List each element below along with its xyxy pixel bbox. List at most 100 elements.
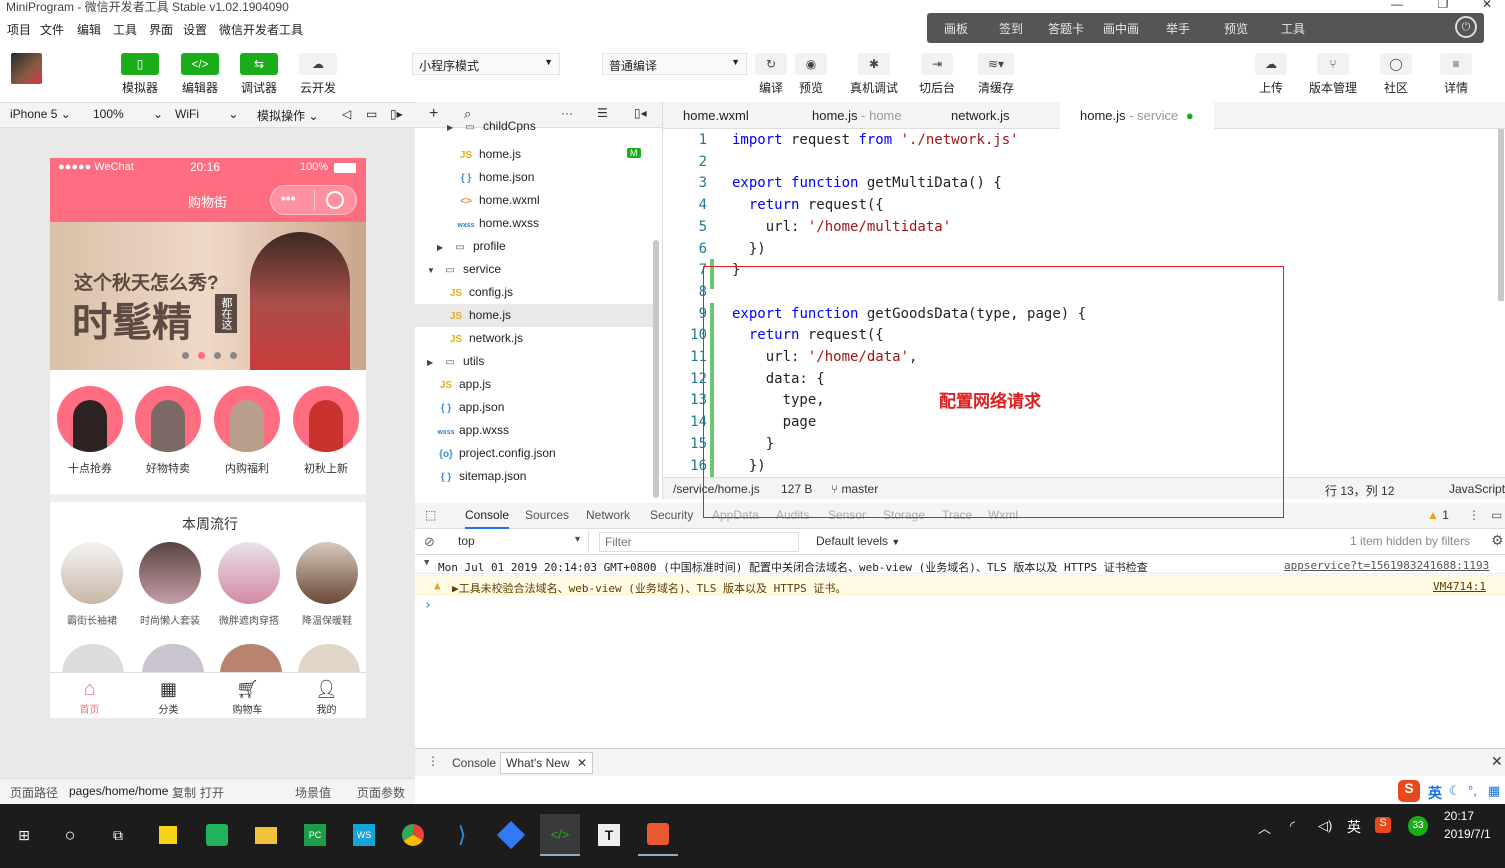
popular-item[interactable]: 微胖遮肉穿搭 [213, 542, 285, 627]
power-icon[interactable]: ⏻ [1455, 16, 1477, 38]
compile-button[interactable]: ↻ 编译 [753, 53, 789, 96]
warning-count[interactable]: ▲ 1 [1427, 508, 1449, 522]
clear-cache-button[interactable]: ≋▾ 清缓存 [973, 53, 1019, 96]
float-item-board[interactable]: 画板 [944, 20, 968, 37]
file-tree-item[interactable]: JS network.js [415, 327, 655, 350]
file-tree-item[interactable]: { } app.json [415, 396, 655, 419]
volume-icon[interactable]: ◁) [1318, 818, 1332, 834]
capsule-menu[interactable]: ••• [270, 185, 357, 215]
tray-badge[interactable]: 33 [1408, 816, 1428, 836]
rotate-icon[interactable]: ▭ [366, 107, 377, 121]
tab-home-js-home[interactable]: home.js - home [792, 102, 922, 129]
kebab-menu-icon[interactable]: ⋮ [427, 754, 439, 768]
recorder-icon[interactable] [638, 814, 678, 856]
expand-icon[interactable]: ▼ [424, 558, 429, 568]
background-button[interactable]: ⇥ 切后台 [914, 53, 960, 96]
float-item-pip[interactable]: 画中画 [1103, 20, 1139, 37]
collapsed-arrow-icon[interactable]: ▶ [447, 123, 461, 132]
menu-item-file[interactable]: 文件 [40, 21, 64, 38]
close-icon[interactable]: ✕ [577, 756, 587, 770]
minimize-button[interactable]: — [1382, 0, 1412, 11]
task-view-icon[interactable]: ⧉ [98, 814, 138, 856]
avatar[interactable] [11, 53, 42, 84]
file-tree-folder[interactable]: ▶ ▭ utils [415, 350, 655, 373]
app-green-icon[interactable] [197, 814, 237, 856]
pycharm-icon[interactable]: PC [295, 814, 335, 856]
copy-path-link[interactable]: 复制 [172, 784, 196, 801]
devtab-sources[interactable]: Sources [525, 508, 569, 522]
gear-icon[interactable]: ⚙ [1491, 532, 1504, 549]
category-item[interactable]: 初秋上新 [291, 386, 361, 476]
context-select[interactable]: top ▼ [452, 531, 589, 553]
remote-debug-button[interactable]: ✱ 真机调试 [846, 53, 902, 96]
sogou-icon[interactable]: S [1398, 780, 1420, 802]
float-item-checkin[interactable]: 签到 [999, 20, 1023, 37]
popular-item[interactable]: 降温保暖鞋 [291, 542, 363, 627]
menu-item-edit[interactable]: 编辑 [77, 21, 101, 38]
swiper-dot[interactable] [214, 352, 221, 359]
undock-icon[interactable]: ▭ [1491, 508, 1502, 522]
chrome-icon[interactable] [393, 814, 433, 856]
warning-source-link[interactable]: VM4714:1 [1433, 580, 1486, 593]
moon-icon[interactable]: ☾ [1449, 783, 1461, 799]
float-item-preview[interactable]: 预览 [1224, 20, 1248, 37]
popular-item[interactable]: 时尚懒人套装 [134, 542, 206, 627]
close-button[interactable]: ✕ [1472, 0, 1502, 11]
levels-select[interactable]: Default levels ▼ [816, 534, 900, 548]
float-item-tools[interactable]: 工具 [1281, 20, 1305, 37]
tray-chevron-icon[interactable]: ︿ [1258, 818, 1271, 837]
collapsed-arrow-icon[interactable]: ▶ [437, 243, 451, 252]
popular-item[interactable]: 霸街长袖裙 [56, 542, 128, 627]
menu-item-tools[interactable]: 工具 [113, 21, 137, 38]
file-tree-item[interactable]: wxss app.wxss [415, 419, 655, 442]
tab-cart[interactable]: 🛒︎ 购物车 [208, 677, 287, 716]
restore-button[interactable]: ❐ [1428, 0, 1458, 11]
scene-value-link[interactable]: 场景值 [295, 784, 331, 801]
ops-select[interactable]: 模拟操作 ⌄ [257, 107, 318, 124]
float-item-quiz[interactable]: 答题卡 [1048, 20, 1084, 37]
file-explorer-icon[interactable] [246, 814, 286, 856]
cursor-position[interactable]: 行 13，列 12 [1325, 482, 1394, 499]
cloud-dev-button[interactable]: ☁ 云开发 [294, 53, 342, 96]
file-tree-item[interactable]: JS home.js [415, 304, 655, 327]
ime-toolbar[interactable]: S 英 ☾ °, ▦ [1396, 778, 1505, 804]
devtab-network[interactable]: Network [586, 508, 630, 522]
version-button[interactable]: ⑂ 版本管理 [1305, 53, 1361, 96]
devtab-security[interactable]: Security [650, 508, 693, 522]
file-tree-item[interactable]: JS home.js M [415, 143, 655, 166]
sticky-notes-icon[interactable] [148, 814, 188, 856]
file-tree-folder[interactable]: ▶ ▭ profile [415, 235, 655, 258]
simulator-toggle[interactable]: ▯ 模拟器 [116, 53, 164, 96]
category-item[interactable]: 内购福利 [212, 386, 282, 476]
log-source-link[interactable]: appservice?t=1561983241688:1193 [1284, 559, 1489, 572]
console-filter-input[interactable] [599, 532, 799, 552]
clock-date[interactable]: 2019/7/1 [1444, 827, 1491, 841]
debugger-toggle[interactable]: ⇆ 调试器 [235, 53, 283, 96]
file-tree-folder[interactable]: ▶ ▭ childCpns [415, 115, 655, 138]
wechat-devtools-icon[interactable]: </> [540, 814, 580, 856]
zoom-select[interactable]: 100% ⌄ [93, 107, 163, 121]
open-path-link[interactable]: 打开 [200, 784, 224, 801]
inspect-icon[interactable]: ⬚ [425, 508, 436, 522]
windows-start-icon[interactable]: ⊞ [4, 814, 44, 856]
menu-item-wechat-devtools[interactable]: 微信开发者工具 [219, 21, 303, 38]
more-icon[interactable]: ••• [281, 190, 296, 206]
mode-select[interactable]: 小程序模式 ▼ [412, 53, 560, 75]
wifi-icon[interactable]: ◜ [1290, 818, 1295, 834]
typora-icon[interactable]: T [589, 814, 629, 856]
tab-home-js-service[interactable]: home.js - service ● [1060, 102, 1214, 129]
prompt-icon[interactable]: › [424, 598, 432, 613]
category-item[interactable]: 好物特卖 [133, 386, 203, 476]
tab-network-js[interactable]: network.js [931, 102, 1030, 129]
tab-home[interactable]: ⌂ 首页 [50, 677, 129, 716]
file-tree-item[interactable]: wxss home.wxss [415, 212, 655, 235]
tab-home-wxml[interactable]: home.wxml [663, 102, 769, 129]
search-circle-icon[interactable]: ○ [50, 814, 90, 856]
webstorm-icon[interactable]: WS [344, 814, 384, 856]
file-tree-folder[interactable]: ▼ ▭ service [415, 258, 655, 281]
devtab-console[interactable]: Console [465, 508, 510, 529]
expanded-arrow-icon[interactable]: ▼ [427, 266, 441, 275]
file-tree-item[interactable]: JS config.js [415, 281, 655, 304]
input-lang[interactable]: 英 [1347, 817, 1361, 837]
language-mode[interactable]: JavaScript [1449, 482, 1505, 496]
